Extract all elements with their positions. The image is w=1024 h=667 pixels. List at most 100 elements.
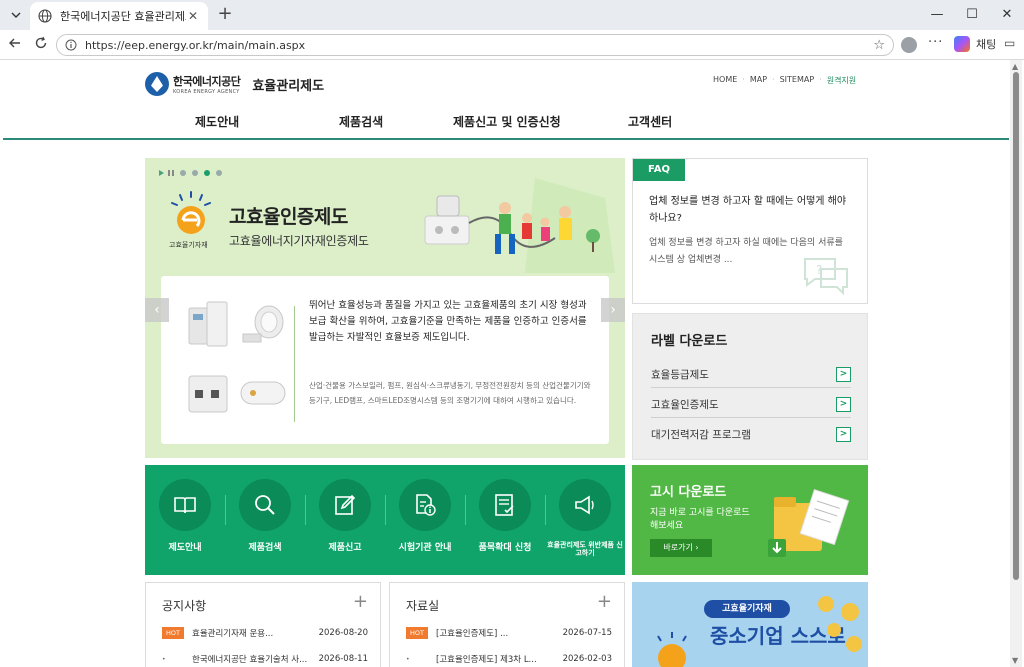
row-title[interactable]: 한국에너지공단 효율기술처 사... [192,653,313,665]
bullet: • [162,655,166,663]
page-scrollbar[interactable]: ▲ ▼ [1010,60,1022,667]
nav-customer-center[interactable]: 고객센터 [628,113,672,130]
row-title[interactable]: [고효율인증제도] ... [436,627,557,639]
chat-label: 채팅 [976,38,997,51]
coins-illustration [818,596,862,652]
tab-close-icon[interactable]: ✕ [186,9,200,23]
main-navigation: 제도안내 제품검색 제품신고 및 인증신청 고객센터 [3,106,1009,140]
back-button[interactable] [6,36,24,54]
label-item-high-efficiency[interactable]: 고효율인증제도 > [651,392,851,418]
table-row[interactable]: • 한국에너지공단 효율기술처 사... 2026-08-11 [162,653,368,665]
label-item-efficiency-grade[interactable]: 효율등급제도 > [651,362,851,388]
more-plus-icon[interactable]: + [353,591,368,612]
browser-tab[interactable]: 한국에너지공단 효율관리제도 ✕ [30,2,208,30]
logo-english: KOREA ENERGY AGENCY [173,89,240,95]
copilot-icon [954,36,970,52]
more-menu-icon[interactable]: ··· [928,35,943,50]
scroll-up-icon[interactable]: ▲ [1012,62,1018,71]
table-row[interactable]: HOT [고효율인증제도] ... 2026-07-15 [406,627,612,639]
slide-dot[interactable] [180,170,186,176]
label-item-text: 고효율인증제도 [651,399,719,411]
more-plus-icon[interactable]: + [597,591,612,612]
slider-controls [159,170,228,176]
faq-question[interactable]: 업체 정보를 변경 하고자 할 때에는 어떻게 해야 하나요? [649,193,853,227]
sitemap-link[interactable]: SITEMAP [780,75,815,86]
label-download-title: 라벨 다운로드 [651,334,728,349]
question-bubble-icon: ? [804,258,848,295]
slider-next-button[interactable]: › [601,298,625,322]
slide-dot[interactable] [216,170,222,176]
family-plug-illustration [424,178,615,273]
site-info-icon[interactable] [65,39,77,51]
scroll-down-icon[interactable]: ▼ [1012,656,1018,665]
chevron-right-icon[interactable]: > [836,367,851,382]
go-button-label: 바로가기 [663,543,693,552]
slide-dot[interactable] [192,170,198,176]
notice-download-title: 고시 다운로드 [650,485,727,500]
quick-label: 제도안내 [168,543,202,553]
row-title[interactable]: [고효율인증제도] 제3차 L... [436,653,557,665]
table-row[interactable]: HOT 효율관리기자재 운용... 2026-08-20 [162,627,368,639]
site-logo[interactable]: 한국에너지공단 KOREA ENERGY AGENCY 효율관리제도 [145,72,324,96]
new-tab-button[interactable]: + [215,5,235,25]
table-row[interactable]: • [고효율인증제도] 제3차 L... 2026-02-03 [406,653,612,665]
url-field[interactable]: https://eep.energy.or.kr/main/main.aspx … [56,34,894,56]
quick-product-report[interactable]: 제품신고 [305,479,385,571]
scrollbar-thumb[interactable] [1013,72,1019,580]
favorite-star-icon[interactable]: ☆ [873,38,885,53]
hot-badge: HOT [162,627,184,639]
notice-download-box: 고시 다운로드 지금 바로 고시를 다운로드 해보세요 바로가기 › [632,465,868,575]
document-folder-illustration [768,489,850,557]
chevron-right-icon[interactable]: > [836,427,851,442]
quick-system-guide[interactable]: 제도안내 [145,479,225,571]
copilot-chat-button[interactable]: 채팅 [954,36,996,52]
search-icon [255,495,275,515]
quick-icon-circle [399,479,451,531]
hero-slider: 고효율기자재 고효율인증제도 고효율에너지기자재인증제도 뛰어난 효율성능과 품… [145,158,625,458]
maximize-button[interactable]: ☐ [957,4,987,26]
slider-prev-button[interactable]: ‹ [145,298,169,322]
row-title[interactable]: 효율관리기자재 운용... [192,627,313,639]
quick-icon-circle [239,479,291,531]
globe-icon [38,9,52,23]
label-item-standby-power[interactable]: 대기전력저감 프로그램 > [651,422,851,448]
row-date: 2026-07-15 [562,628,612,638]
faq-tag: FAQ [633,159,685,181]
hero-detail: 산업·건물용 가스보일러, 펌프, 원심식·스크류냉동기, 무정전전원장치 등의… [309,381,591,405]
profile-avatar[interactable] [901,37,917,53]
web-page: 한국에너지공단 KOREA ENERGY AGENCY 효율관리제도 HOME … [3,60,1009,667]
megaphone-icon [575,495,594,515]
nav-product-search[interactable]: 제품검색 [339,113,383,130]
reload-button[interactable] [32,36,50,54]
sidebar-toggle-icon[interactable]: ▭ [1004,36,1015,50]
hot-badge: HOT [406,627,428,639]
nav-product-report[interactable]: 제품신고 및 인증신청 [453,113,561,130]
map-link[interactable]: MAP [750,75,767,86]
home-link[interactable]: HOME [713,75,737,86]
high-efficiency-emblem-icon [171,191,211,234]
reload-icon [35,36,47,49]
quick-test-lab-guide[interactable]: 시험기관 안내 [385,479,465,571]
certified-products-illustration [188,301,286,413]
quick-product-search[interactable]: 제품검색 [225,479,305,571]
window-close-button[interactable]: ✕ [992,4,1022,26]
pause-icon[interactable] [168,170,174,176]
notice-board: 공지사항 + HOT 효율관리기자재 운용... 2026-08-20 • 한국… [145,582,381,667]
nav-system-guide[interactable]: 제도안내 [195,113,239,130]
slide-dot-active[interactable] [204,170,210,176]
minimize-button[interactable]: — [922,4,952,26]
sme-banner[interactable]: 고효율기자재 중소기업 스스로 [632,582,868,667]
svg-text:?: ? [816,263,822,277]
play-icon[interactable] [159,170,164,176]
hero-title: 고효율인증제도 [229,206,348,228]
tab-list-button[interactable] [6,5,26,25]
remote-support-link[interactable]: 원격지원 [827,75,856,86]
quick-label: 효율관리제도 위반제품 신고하기 [547,541,623,557]
quick-item-expansion[interactable]: 품목확대 신청 [465,479,545,571]
go-button[interactable]: 바로가기 › [650,539,712,557]
faq-box[interactable]: FAQ 업체 정보를 변경 하고자 할 때에는 어떻게 해야 하나요? 업체 정… [632,158,868,304]
chevron-right-icon[interactable]: > [836,397,851,412]
arrow-left-icon [9,38,20,48]
divider [294,306,295,422]
quick-violation-report[interactable]: 효율관리제도 위반제품 신고하기 [545,479,625,571]
